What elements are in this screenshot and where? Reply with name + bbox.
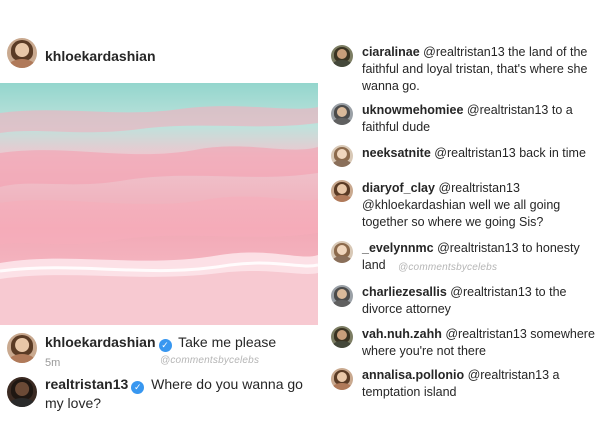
- comment-username[interactable]: neeksatnite: [362, 146, 431, 160]
- comment-item: uknowmehomiee @realtristan13 to a faithf…: [362, 102, 600, 136]
- comment-username[interactable]: uknowmehomiee: [362, 103, 463, 117]
- comment-username[interactable]: _evelynnmc: [362, 241, 434, 255]
- comment-username[interactable]: ciaralinae: [362, 45, 420, 59]
- comment-item: neeksatnite @realtristan13 back in time: [362, 145, 600, 162]
- comment-username[interactable]: diaryof_clay: [362, 181, 435, 195]
- caption: khloekardashian ✓ Take me please: [45, 333, 276, 352]
- comment-username[interactable]: charliezesallis: [362, 285, 447, 299]
- comment-text: @realtristan13 back in time: [434, 146, 586, 160]
- comment-item: charliezesallis @realtristan13 to the di…: [362, 284, 600, 318]
- caption-text: Take me please: [178, 334, 277, 350]
- reply-comment: realtristan13 ✓ Where do you wanna go my …: [45, 375, 315, 412]
- reply-author-avatar[interactable]: [7, 377, 37, 407]
- post-author-avatar[interactable]: [7, 38, 37, 68]
- comment-username[interactable]: vah.nuh.zahh: [362, 327, 442, 341]
- verified-icon: ✓: [158, 339, 172, 352]
- watermark-comments: @commentsbycelebs: [398, 262, 498, 273]
- comment-avatar[interactable]: [331, 145, 353, 167]
- caption-author-avatar[interactable]: [7, 333, 37, 363]
- comment-avatar[interactable]: [331, 103, 353, 125]
- comment-avatar[interactable]: [331, 241, 353, 263]
- comment-avatar[interactable]: [331, 368, 353, 390]
- comment-item: annalisa.pollonio @realtristan13 a tempt…: [362, 367, 600, 401]
- caption-timestamp: 5m: [45, 357, 61, 369]
- post-photo: [0, 83, 318, 325]
- caption-username[interactable]: khloekardashian: [45, 334, 156, 350]
- verified-icon: ✓: [131, 381, 145, 394]
- watermark-caption: @commentsbycelebs: [160, 355, 260, 366]
- comment-avatar[interactable]: [331, 180, 353, 202]
- comment-item: diaryof_clay @realtristan13 @khloekardas…: [362, 180, 600, 231]
- comment-username[interactable]: annalisa.pollonio: [362, 368, 464, 382]
- comment-item: ciaralinae @realtristan13 the land of th…: [362, 44, 600, 95]
- comment-avatar[interactable]: [331, 326, 353, 348]
- comment-avatar[interactable]: [331, 45, 353, 67]
- screenshot-frame: khloekardashian khloekardashian ✓ Take me…: [0, 0, 605, 426]
- comment-avatar[interactable]: [331, 285, 353, 307]
- reply-username[interactable]: realtristan13: [45, 376, 128, 392]
- comment-item: vah.nuh.zahh @realtristan13 somewhere wh…: [362, 326, 600, 360]
- post-author-username[interactable]: khloekardashian: [45, 48, 156, 64]
